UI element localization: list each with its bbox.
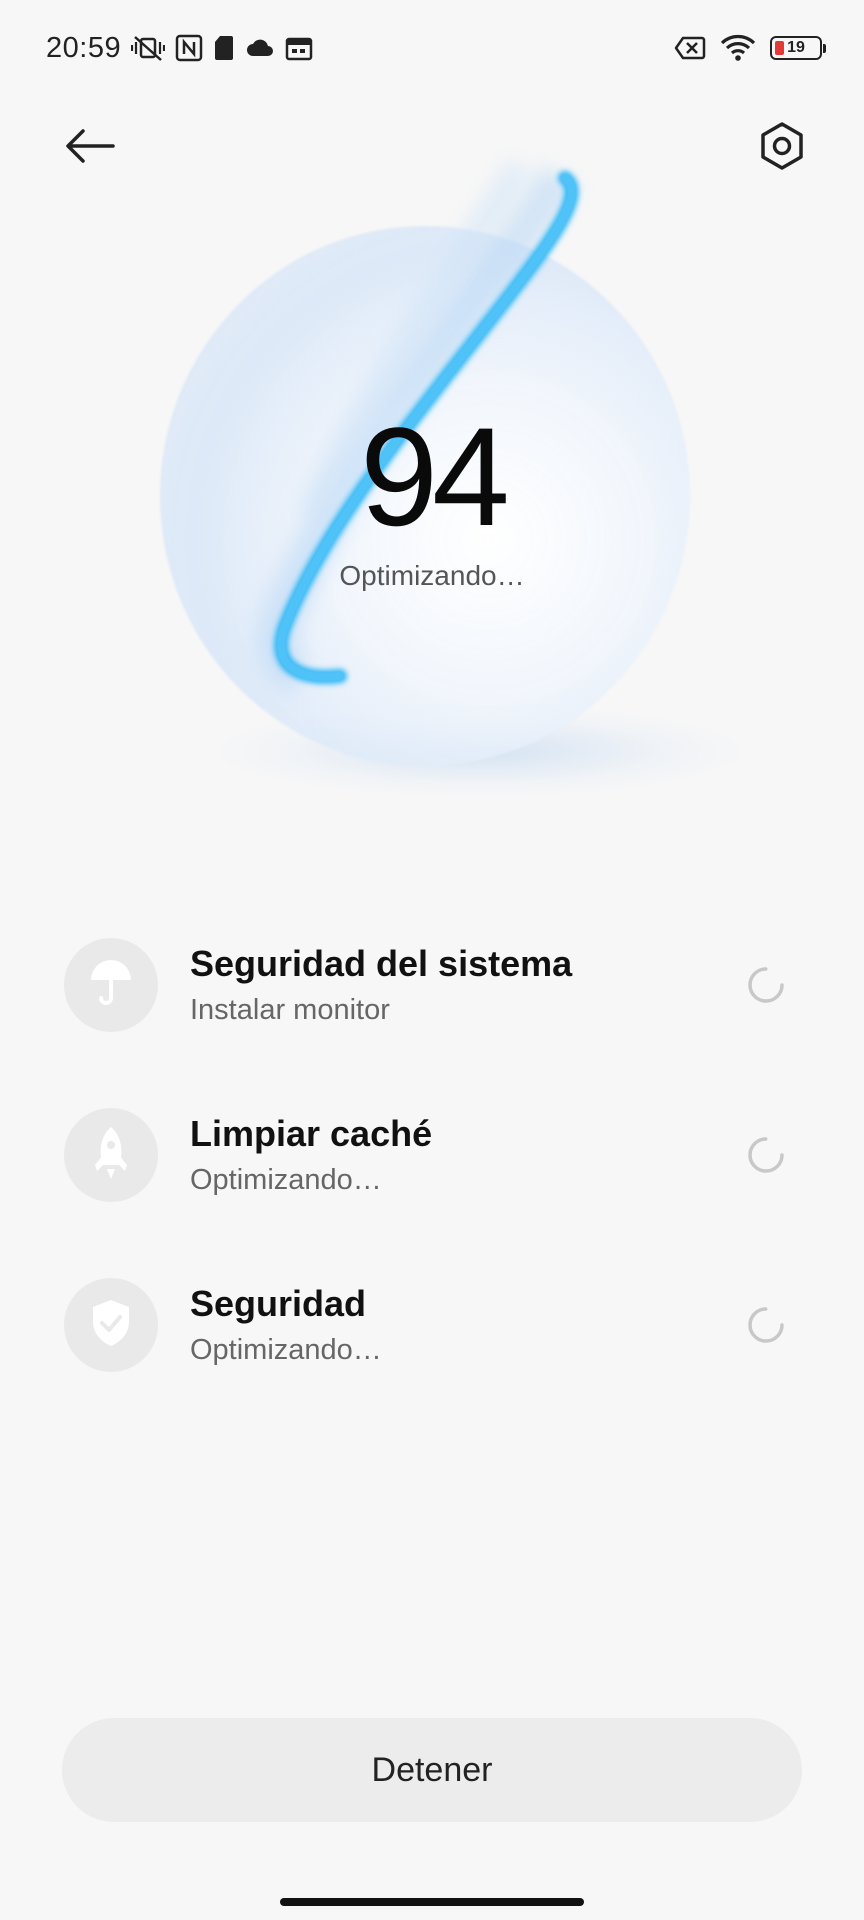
task-item-clean-cache: Limpiar caché Optimizando…	[0, 1070, 864, 1240]
loading-spinner-icon	[748, 967, 784, 1003]
sim-card-icon	[213, 34, 235, 62]
loading-spinner-icon	[748, 1137, 784, 1173]
status-time: 20:59	[46, 31, 122, 64]
shield-check-icon	[90, 1298, 132, 1353]
health-score: 94	[360, 398, 510, 555]
status-right: 19	[674, 34, 826, 62]
score-status: Optimizando…	[339, 560, 525, 591]
home-indicator[interactable]	[280, 1898, 584, 1906]
optimization-task-list: Seguridad del sistema Instalar monitor L…	[0, 900, 864, 1410]
vibrate-muted-icon	[131, 33, 166, 63]
no-data-icon	[674, 35, 706, 61]
loading-spinner-icon	[748, 1307, 784, 1343]
rocket-icon	[89, 1125, 133, 1186]
task-item-system-security: Seguridad del sistema Instalar monitor	[0, 900, 864, 1070]
umbrella-icon	[89, 958, 133, 1013]
battery-level: 19	[787, 39, 805, 56]
battery-icon: 19	[770, 36, 826, 60]
battery-fill	[775, 41, 784, 55]
task-icon-container	[64, 938, 158, 1032]
nfc-icon	[175, 34, 203, 62]
wifi-icon	[720, 34, 756, 62]
task-icon-container	[64, 1108, 158, 1202]
status-left: 20:59	[46, 32, 313, 65]
task-icon-container	[64, 1278, 158, 1372]
cloud-icon	[245, 37, 275, 59]
status-bar: 20:59 19	[0, 0, 864, 96]
calendar-icon	[285, 35, 313, 61]
task-item-security: Seguridad Optimizando…	[0, 1240, 864, 1410]
stop-button[interactable]: Detener	[62, 1718, 802, 1822]
score-hero: 94 Optimizando…	[0, 96, 864, 856]
